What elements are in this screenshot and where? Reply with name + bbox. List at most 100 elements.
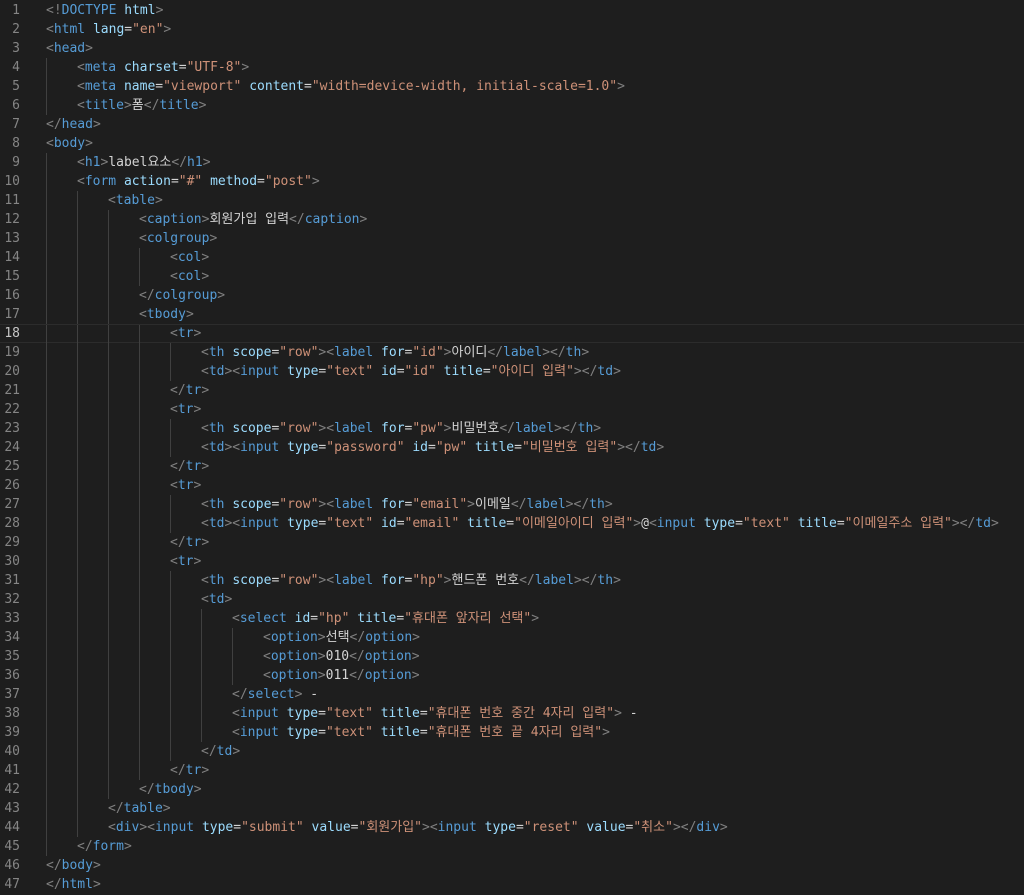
indent-guide — [46, 742, 47, 761]
line-number: 38 — [4, 706, 20, 721]
code-token: h1 — [187, 155, 203, 170]
code-token: DOCTYPE — [61, 3, 117, 18]
indent-guide — [170, 704, 171, 723]
code-token: id — [294, 611, 311, 626]
indent-guide — [108, 325, 109, 344]
code-line[interactable]: 22 <tr> — [0, 400, 1024, 419]
code-line[interactable]: 33 <select id="hp" title="휴대폰 앞자리 선택"> — [0, 609, 1024, 628]
code-line[interactable]: 12 <caption>회원가입 입력</caption> — [0, 210, 1024, 229]
code-line[interactable]: 24 <td><input type="password" id="pw" tit… — [0, 438, 1024, 457]
code-line[interactable]: 35 <option>010</option> — [0, 647, 1024, 666]
code-token: title — [467, 516, 507, 531]
code-line[interactable]: 43 </table> — [0, 799, 1024, 818]
indent-guide — [77, 609, 78, 628]
code-line[interactable]: 29 </tr> — [0, 533, 1024, 552]
line-number: 4 — [12, 60, 20, 75]
code-token: </ — [289, 212, 305, 227]
indent-guide — [46, 533, 47, 552]
code-line[interactable]: 19 <th scope="row"><label for="id">아이디</l… — [0, 343, 1024, 362]
code-token: </ — [170, 383, 186, 398]
indent-guide — [46, 837, 47, 856]
code-text: <table> — [108, 191, 163, 210]
code-editor[interactable]: 1 <!DOCTYPE html> 2 <html lang="en"> 3 <head>… — [0, 0, 1024, 895]
code-token: > — [155, 3, 164, 18]
indent-guide — [201, 628, 202, 647]
code-line[interactable]: 30 <tr> — [0, 552, 1024, 571]
code-token: > — [467, 497, 475, 512]
code-line[interactable]: 14 <col> — [0, 248, 1024, 267]
code-line[interactable]: 2 <html lang="en"> — [0, 20, 1024, 39]
code-line[interactable]: 47 </html> — [0, 875, 1024, 894]
code-text: <col> — [170, 267, 209, 286]
code-token: >< — [318, 497, 335, 512]
code-line[interactable]: 16 </colgroup> — [0, 286, 1024, 305]
code-line[interactable]: 21 </tr> — [0, 381, 1024, 400]
code-line[interactable]: 1 <!DOCTYPE html> — [0, 1, 1024, 20]
code-line[interactable]: 6 <title>폼</title> — [0, 96, 1024, 115]
code-line[interactable]: 25 </tr> — [0, 457, 1024, 476]
code-token: caption — [146, 212, 202, 227]
code-line[interactable]: 27 <th scope="row"><label for="email">이메일… — [0, 495, 1024, 514]
code-token: tr — [185, 383, 202, 398]
indent-guide — [46, 495, 47, 514]
code-line[interactable]: 28 <td><input type="text" id="email" titl… — [0, 514, 1024, 533]
code-line[interactable]: 32 <td> — [0, 590, 1024, 609]
code-token: < — [232, 706, 240, 721]
code-line[interactable]: 42 </tbody> — [0, 780, 1024, 799]
code-token: "viewport" — [163, 79, 242, 94]
code-line[interactable]: 9 <h1>label요소</h1> — [0, 153, 1024, 172]
indent-guide — [77, 761, 78, 780]
code-line[interactable]: 40 </td> — [0, 742, 1024, 761]
line-number: 19 — [4, 345, 20, 360]
line-number: 35 — [4, 649, 20, 664]
code-token: "reset" — [523, 820, 579, 835]
code-token: "id" — [404, 364, 436, 379]
code-token: = — [419, 725, 428, 740]
code-line[interactable]: 20 <td><input type="text" id="id" title="… — [0, 362, 1024, 381]
code-line[interactable]: 41 </tr> — [0, 761, 1024, 780]
code-line[interactable]: 15 <col> — [0, 267, 1024, 286]
code-line[interactable]: 13 <colgroup> — [0, 229, 1024, 248]
code-line[interactable]: 18 <tr> — [0, 324, 1024, 344]
code-token: body — [53, 136, 86, 151]
code-line[interactable]: 46 </body> — [0, 856, 1024, 875]
code-line[interactable]: 5 <meta name="viewport" content="width=de… — [0, 77, 1024, 96]
code-token: title — [159, 98, 199, 113]
code-token: table — [115, 193, 155, 208]
code-token: </ — [171, 155, 188, 170]
code-text: <col> — [170, 248, 209, 267]
code-token: </ — [499, 421, 515, 436]
code-token: td — [975, 516, 991, 531]
code-line[interactable]: 26 <tr> — [0, 476, 1024, 495]
code-line[interactable]: 37 </select> - — [0, 685, 1024, 704]
line-number: 39 — [4, 725, 20, 740]
code-line[interactable]: 39 <input type="text" title="휴대폰 번호 끝 4자리… — [0, 723, 1024, 742]
code-line[interactable]: 10 <form action="#" method="post"> — [0, 172, 1024, 191]
code-text: <td><input type="text" id="id" title="아이… — [201, 362, 621, 381]
indent-guide — [77, 438, 78, 457]
code-line[interactable]: 44 <div><input type="submit" value="회원가입"… — [0, 818, 1024, 837]
code-line[interactable]: 4 <meta charset="UTF-8"> — [0, 58, 1024, 77]
code-line[interactable]: 31 <th scope="row"><label for="hp">핸드폰 번호… — [0, 571, 1024, 590]
code-line[interactable]: 3 <head> — [0, 39, 1024, 58]
code-token: > — [604, 497, 613, 512]
code-line[interactable]: 34 <option>선택</option> — [0, 628, 1024, 647]
code-line[interactable]: 23 <th scope="row"><label for="pw">비밀번호</… — [0, 419, 1024, 438]
code-line[interactable]: 8 <body> — [0, 134, 1024, 153]
indent-guide — [46, 325, 47, 344]
code-line[interactable]: 45 </form> — [0, 837, 1024, 856]
code-line[interactable]: 38 <input type="text" title="휴대폰 번호 중간 4자… — [0, 704, 1024, 723]
indent-guide — [77, 742, 78, 761]
code-line[interactable]: 36 <option>011</option> — [0, 666, 1024, 685]
code-line[interactable]: 17 <tbody> — [0, 305, 1024, 324]
code-token: </ — [349, 649, 365, 664]
indent-guide — [139, 742, 140, 761]
code-line[interactable]: 11 <table> — [0, 191, 1024, 210]
code-token: "width=device-width, initial-scale=1.0" — [311, 79, 618, 94]
code-line[interactable]: 7 </head> — [0, 115, 1024, 134]
code-token: colgroup — [146, 231, 210, 246]
code-token: < — [232, 725, 240, 740]
